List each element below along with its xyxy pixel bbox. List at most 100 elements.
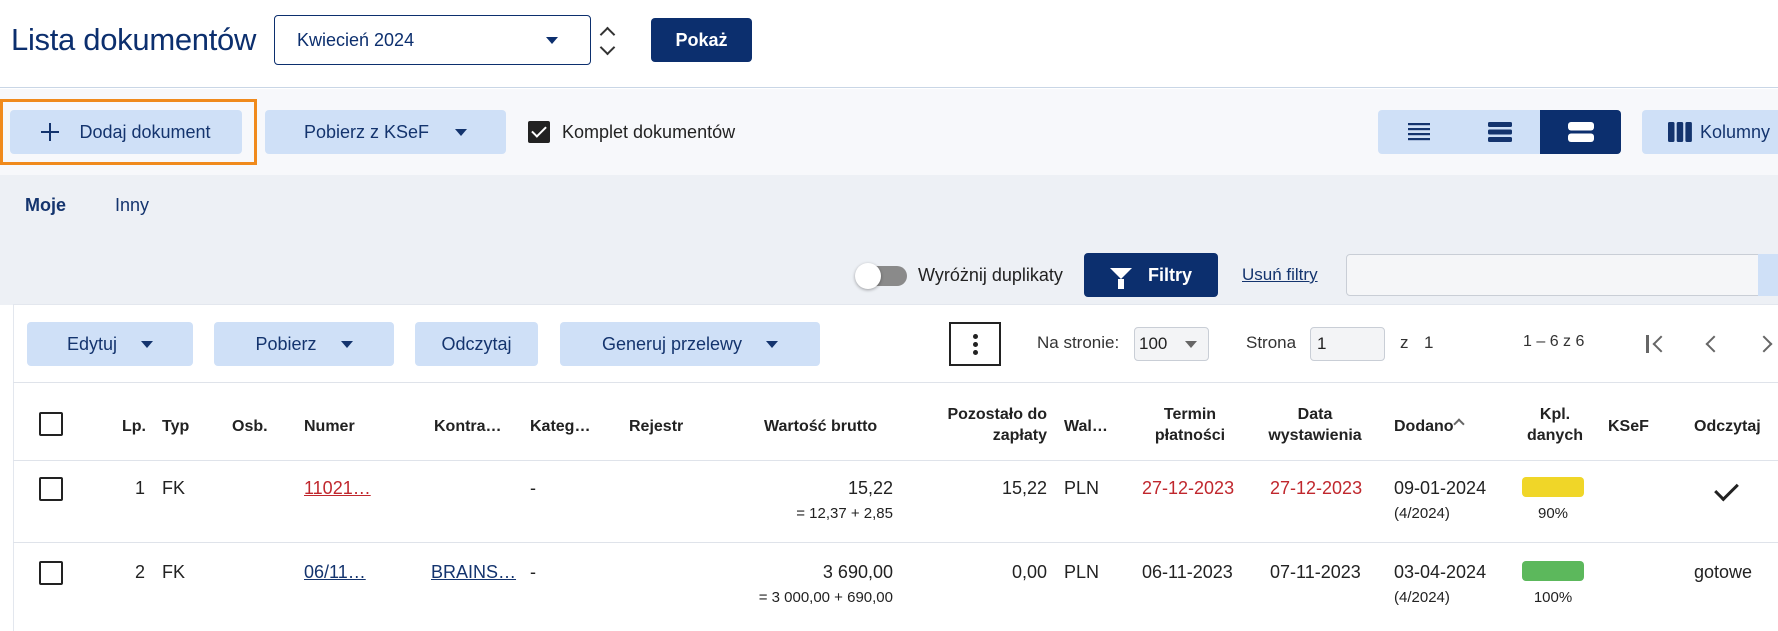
complete-docs-label: Komplet dokumentów xyxy=(562,121,736,142)
caret-down-icon xyxy=(455,128,468,136)
clear-filters-link[interactable]: Usuń filtry xyxy=(1242,265,1318,285)
toggle-knob[interactable] xyxy=(855,263,881,289)
columns-icon xyxy=(1668,122,1692,142)
header-waluta[interactable]: Wal… xyxy=(1064,416,1108,437)
header-data-line1: Data xyxy=(1297,406,1333,423)
plus-icon xyxy=(41,123,60,141)
first-page-icon[interactable] xyxy=(1646,334,1670,354)
row-checkbox[interactable] xyxy=(39,561,63,585)
header-kpl[interactable]: Kpl. danych xyxy=(1520,404,1590,446)
cell-wartosc: 15,22 xyxy=(847,478,893,498)
cell-lp: 2 xyxy=(134,562,145,582)
tabs-filters-area: Moje Inny Wyróżnij duplikaty Filtry Usuń… xyxy=(0,175,1778,305)
per-page-select[interactable]: 100 xyxy=(1134,327,1209,361)
fetch-ksef-label: Pobierz z KSeF xyxy=(303,121,430,142)
month-spinner[interactable] xyxy=(599,20,619,64)
density-medium-button[interactable] xyxy=(1459,110,1540,154)
caret-down-icon xyxy=(340,340,353,348)
fetch-ksef-button[interactable]: Pobierz z KSeF xyxy=(265,110,506,154)
cell-dodano-sub: (4/2024) xyxy=(1394,589,1450,606)
per-page-value: 100 xyxy=(1139,334,1168,353)
header-numer[interactable]: Numer xyxy=(304,416,355,437)
cell-odczytaj: gotowe xyxy=(1694,562,1753,582)
page-title: Lista dokumentów xyxy=(11,22,257,57)
header-kpl-line1: Kpl. xyxy=(1539,406,1571,423)
select-all-checkbox[interactable] xyxy=(39,412,63,436)
header-kontrahent[interactable]: Kontra… xyxy=(434,416,502,437)
more-vert-icon[interactable] xyxy=(949,322,1001,366)
density-toggle[interactable] xyxy=(1378,110,1621,154)
divider xyxy=(13,460,1778,461)
page-input[interactable]: 1 xyxy=(1310,327,1385,361)
generate-transfers-button[interactable]: Generuj przelewy xyxy=(560,322,820,366)
header-termin[interactable]: Termin płatności xyxy=(1140,404,1240,446)
header-typ[interactable]: Typ xyxy=(162,416,189,437)
document-toolbar: Dodaj dokument Pobierz z KSeF Komplet do… xyxy=(0,89,1778,175)
list-large-icon xyxy=(1567,122,1594,142)
cell-dodano: 03-04-2024 xyxy=(1394,562,1487,582)
read-button[interactable]: Odczytaj xyxy=(415,322,538,366)
filters-label: Filtry xyxy=(1147,264,1192,285)
header-pozostalo[interactable]: Pozostało do zapłaty xyxy=(930,404,1047,446)
tab-inny[interactable]: Inny xyxy=(115,195,149,216)
range-text: 1 – 6 z 6 xyxy=(1523,333,1585,350)
header-dodano[interactable]: Dodano xyxy=(1394,416,1454,437)
complete-docs-checkbox[interactable]: Komplet dokumentów xyxy=(528,121,735,143)
filter-icon xyxy=(1109,267,1132,289)
tab-moje[interactable]: Moje xyxy=(25,195,66,216)
header-osb[interactable]: Osb. xyxy=(232,416,268,437)
download-button[interactable]: Pobierz xyxy=(214,322,394,366)
search-button[interactable] xyxy=(1758,254,1778,296)
row-checkbox[interactable] xyxy=(39,477,63,501)
cell-dodano-sub: (4/2024) xyxy=(1394,505,1450,522)
edit-label: Edytuj xyxy=(66,333,118,354)
highlight-duplicates-toggle[interactable] xyxy=(855,263,907,289)
cell-kontrahent-link[interactable]: BRAINS… xyxy=(431,562,516,583)
cell-kategoria: - xyxy=(530,478,536,498)
density-large-button[interactable] xyxy=(1540,110,1621,154)
chevron-down-icon[interactable] xyxy=(599,39,616,56)
header-ksef[interactable]: KSeF xyxy=(1608,416,1649,437)
next-page-icon[interactable] xyxy=(1755,334,1778,354)
cell-typ: FK xyxy=(162,562,186,582)
header-data-line2: wystawienia xyxy=(1268,427,1362,444)
cell-kpl-percent: 90% xyxy=(1537,505,1569,522)
search-input[interactable] xyxy=(1346,254,1778,296)
total-pages: 1 xyxy=(1424,333,1434,352)
completeness-bar xyxy=(1522,561,1584,581)
page-label: Strona xyxy=(1246,333,1297,352)
cell-numer-link[interactable]: 11021… xyxy=(304,478,371,499)
completeness-bar xyxy=(1522,477,1584,497)
cell-data: 07-11-2023 xyxy=(1270,562,1361,582)
header-lp[interactable]: Lp. xyxy=(122,416,146,437)
checkbox-icon[interactable] xyxy=(528,121,550,143)
month-select[interactable]: Kwiecień 2024 xyxy=(274,15,591,65)
density-compact-button[interactable] xyxy=(1378,110,1459,154)
header-termin-line2: płatności xyxy=(1154,427,1226,444)
header-rejestr[interactable]: Rejestr xyxy=(629,416,683,437)
header-wartosc[interactable]: Wartość brutto xyxy=(764,416,877,437)
header-pozostalo-line2: zapłaty xyxy=(992,427,1047,444)
add-document-button[interactable]: Dodaj dokument xyxy=(10,110,242,154)
columns-button[interactable]: Kolumny xyxy=(1642,110,1778,154)
cell-lp: 1 xyxy=(134,478,145,498)
download-label: Pobierz xyxy=(255,333,317,354)
caret-down-icon xyxy=(1185,341,1197,348)
cell-numer-link[interactable]: 06/11… xyxy=(304,562,366,583)
show-button[interactable]: Pokaż xyxy=(651,18,752,62)
list-medium-icon xyxy=(1487,122,1512,142)
highlight-duplicates-label: Wyróżnij duplikaty xyxy=(918,265,1063,285)
of-label: z xyxy=(1400,333,1409,352)
cell-waluta: PLN xyxy=(1064,562,1100,582)
header-data[interactable]: Data wystawienia xyxy=(1260,404,1370,446)
edit-button[interactable]: Edytuj xyxy=(27,322,193,366)
page-header: Lista dokumentów Kwiecień 2024 Pokaż xyxy=(0,0,1778,88)
filters-button[interactable]: Filtry xyxy=(1084,253,1218,297)
header-kategoria[interactable]: Kateg… xyxy=(530,416,590,437)
prev-page-icon[interactable] xyxy=(1702,334,1723,354)
cell-waluta: PLN xyxy=(1064,478,1100,498)
header-odczytaj[interactable]: Odczytaj xyxy=(1694,416,1761,437)
caret-down-icon xyxy=(766,340,779,348)
header-kpl-line2: danych xyxy=(1526,427,1583,444)
cell-kpl-percent: 100% xyxy=(1533,589,1573,606)
